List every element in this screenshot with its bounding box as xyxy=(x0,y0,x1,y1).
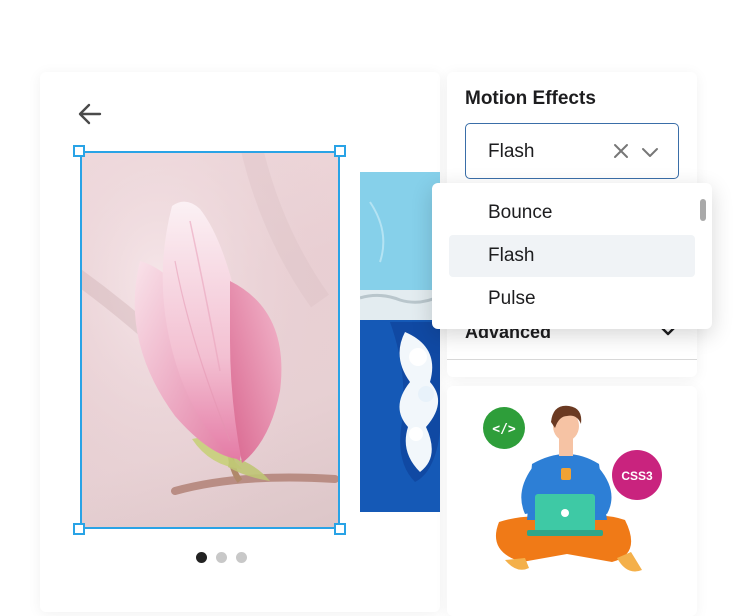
resize-handle-top-right[interactable] xyxy=(334,145,346,157)
dropdown-option-pulse[interactable]: Pulse xyxy=(449,278,695,320)
ocean-wave-image[interactable] xyxy=(360,172,440,512)
select-value: Flash xyxy=(488,141,535,162)
dropdown-option-bounce[interactable]: Bounce xyxy=(449,192,695,234)
dropdown-scrollbar[interactable] xyxy=(700,199,706,221)
motion-effect-select[interactable]: Flash xyxy=(465,123,679,179)
dropdown-option-flash[interactable]: Flash xyxy=(449,235,695,277)
flower-image[interactable] xyxy=(80,151,340,529)
carousel-dot-2[interactable] xyxy=(216,552,227,563)
carousel-dot-3[interactable] xyxy=(236,552,247,563)
chevron-down-icon[interactable] xyxy=(641,143,659,161)
carousel-dots xyxy=(196,552,247,563)
html-badge-text: </> xyxy=(492,422,516,437)
clear-icon[interactable] xyxy=(612,142,630,160)
resize-handle-bottom-right[interactable] xyxy=(334,523,346,535)
back-arrow-icon[interactable] xyxy=(76,100,104,128)
resize-handle-top-left[interactable] xyxy=(73,145,85,157)
developer-illustration: </> CSS3 xyxy=(483,405,662,572)
motion-effect-dropdown: Bounce Flash Pulse xyxy=(432,183,712,329)
carousel-dot-1[interactable] xyxy=(196,552,207,563)
css-badge-text: CSS3 xyxy=(621,469,653,483)
resize-handle-bottom-left[interactable] xyxy=(73,523,85,535)
motion-effects-title: Motion Effects xyxy=(465,88,596,109)
css3-badge-icon: CSS3 xyxy=(612,450,662,500)
html-code-badge-icon: </> xyxy=(483,407,525,449)
